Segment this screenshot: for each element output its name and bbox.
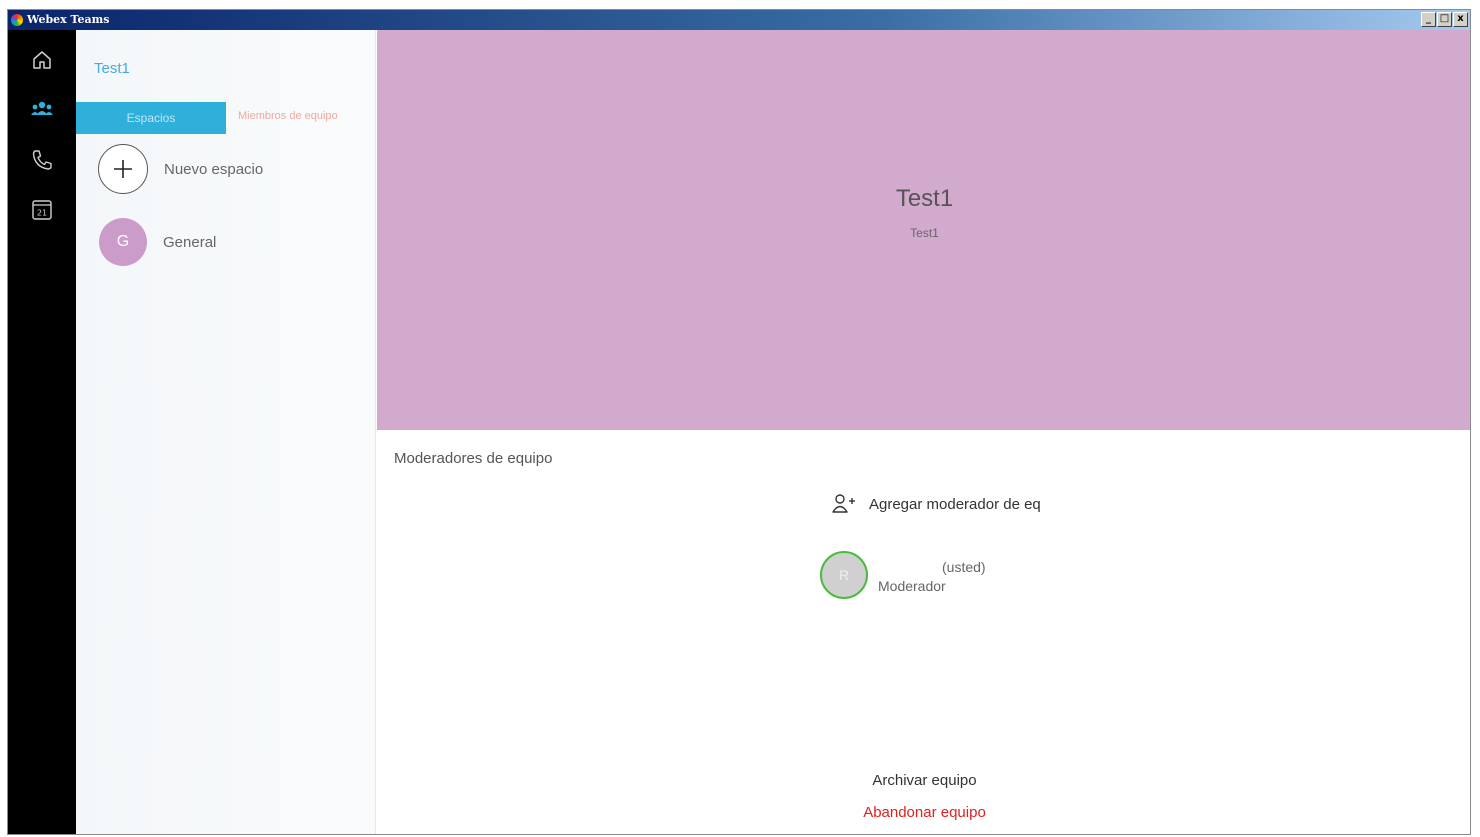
tab-espacios[interactable]: Espacios: [76, 102, 226, 134]
teams-icon: [31, 101, 53, 115]
plus-icon: [98, 144, 148, 194]
banner-subtitle: Test1: [910, 226, 939, 240]
avatar: G: [99, 218, 147, 266]
nav-meetings[interactable]: 21: [26, 194, 58, 226]
add-moderator-label: Agregar moderador de eq: [869, 495, 1041, 513]
moderator-role: Moderador: [878, 578, 946, 594]
phone-icon: [32, 150, 52, 170]
maximize-button[interactable]: □: [1437, 12, 1452, 27]
team-name: Test1: [94, 60, 130, 77]
calendar-day-number: 21: [37, 209, 47, 218]
moderators-section-title: Moderadores de equipo: [394, 450, 553, 467]
add-moderator-button[interactable]: Agregar moderador de eq: [831, 492, 1041, 516]
space-label: General: [163, 233, 217, 251]
space-item-general[interactable]: G General: [99, 218, 216, 266]
leave-team-button[interactable]: Abandonar equipo: [377, 804, 1470, 821]
calendar-icon: 21: [32, 200, 52, 220]
title-bar: Webex Teams _ □ x: [8, 10, 1470, 30]
archive-team-button[interactable]: Archivar equipo: [377, 772, 1470, 789]
space-label: Nuevo espacio: [164, 160, 264, 178]
nav-teams[interactable]: [26, 94, 58, 126]
team-details: Test1 Test1 Moderadores de equipo Agrega…: [377, 30, 1470, 834]
you-label: (usted): [942, 559, 986, 575]
close-button[interactable]: x: [1453, 12, 1468, 27]
add-person-icon: [832, 494, 855, 513]
app-window: Webex Teams _ □ x 21 Test1 Espacios Miem…: [7, 9, 1471, 835]
home-icon: [33, 51, 51, 69]
nav-calls[interactable]: [26, 144, 58, 176]
tab-miembros[interactable]: Miembros de equipo: [238, 110, 338, 122]
minimize-button[interactable]: _: [1421, 12, 1436, 27]
nav-home[interactable]: [26, 44, 58, 76]
avatar: R: [820, 551, 868, 599]
team-panel: Test1 Espacios Miembros de equipo Nuevo …: [76, 30, 376, 834]
banner-title: Test1: [895, 185, 954, 212]
nav-rail: 21: [8, 30, 76, 834]
window-controls: _ □ x: [1421, 12, 1468, 27]
webex-logo-icon: [11, 14, 23, 26]
team-banner: Test1 Test1: [377, 30, 1470, 430]
new-space-button[interactable]: Nuevo espacio: [98, 144, 263, 194]
window-title: Webex Teams: [27, 13, 110, 26]
